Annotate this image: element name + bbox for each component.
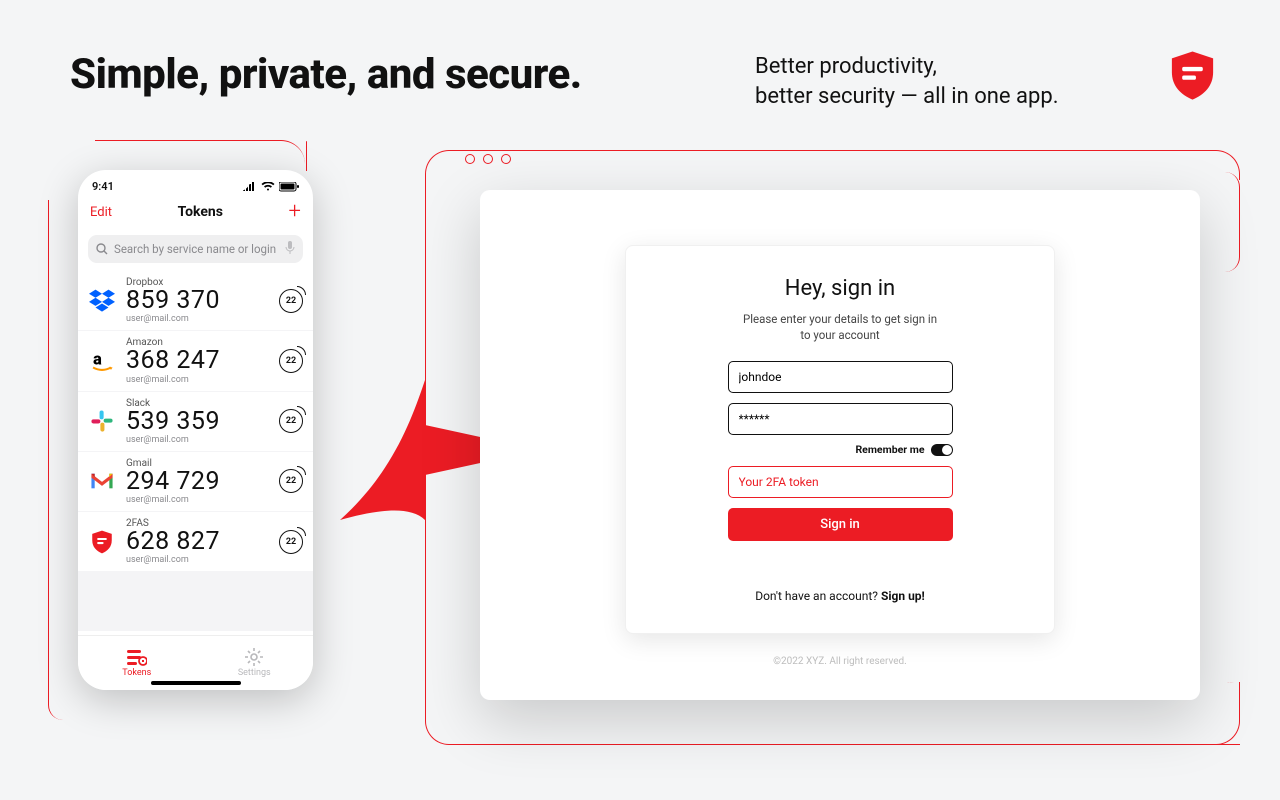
- phone-notch: [141, 170, 251, 192]
- hero-subhead: Better productivity, better security — a…: [755, 52, 1059, 111]
- token-email: user@mail.com: [126, 495, 269, 505]
- remember-me-row: Remember me: [728, 443, 953, 456]
- token-row[interactable]: Dropbox859 370user@mail.com 22: [78, 271, 313, 330]
- token-timer: 22: [279, 349, 303, 373]
- home-indicator: [151, 681, 241, 685]
- phone-mock: 9:41 Edit Tokens + Search by service nam…: [78, 170, 313, 690]
- add-button[interactable]: +: [289, 201, 301, 223]
- tab-label: Settings: [238, 668, 271, 678]
- gmail-icon: [88, 467, 116, 495]
- signin-subtitle: Please enter your details to get sign in…: [671, 311, 1009, 343]
- tokens-tab-icon: [127, 648, 147, 666]
- subhead-line1: Better productivity,: [755, 54, 937, 79]
- token-row[interactable]: 2FAS628 827user@mail.com 22: [78, 512, 313, 571]
- edit-button[interactable]: Edit: [90, 205, 112, 220]
- phone-toolbar: Edit Tokens +: [78, 193, 313, 231]
- signin-card: Hey, sign in Please enter your details t…: [480, 190, 1200, 700]
- token-code: 368 247: [126, 348, 269, 374]
- password-field[interactable]: [728, 403, 953, 435]
- subhead-line2: better security — all in one app.: [755, 84, 1059, 109]
- subtitle-line2: to your account: [800, 328, 879, 342]
- search-placeholder: Search by service name or login: [114, 242, 276, 256]
- decor-line: [1210, 682, 1240, 745]
- token-row[interactable]: Slack539 359user@mail.com 22: [78, 392, 313, 451]
- wifi-icon: [261, 182, 275, 191]
- token-timer: 22: [279, 469, 303, 493]
- decor-line: [1210, 172, 1240, 272]
- token-email: user@mail.com: [126, 314, 269, 324]
- token-timer: 22: [279, 289, 303, 313]
- token-code: 628 827: [126, 529, 269, 555]
- search-input[interactable]: Search by service name or login: [88, 235, 303, 263]
- token-email: user@mail.com: [126, 375, 269, 385]
- screen-title: Tokens: [178, 204, 223, 220]
- token-code: 859 370: [126, 288, 269, 314]
- brand-shield-icon: [1165, 48, 1220, 103]
- decor-line: [450, 742, 1240, 745]
- signup-question: Don't have an account?: [755, 589, 881, 603]
- svg-text:a: a: [93, 349, 102, 368]
- token-code: 539 359: [126, 409, 269, 435]
- dropbox-icon: [88, 287, 116, 315]
- settings-tab-icon: [245, 648, 263, 666]
- token-email: user@mail.com: [126, 555, 269, 565]
- search-icon: [96, 243, 108, 255]
- signup-prompt: Don't have an account? Sign up!: [671, 589, 1009, 603]
- signin-title: Hey, sign in: [671, 276, 1009, 301]
- browser-traffic-lights: [465, 138, 511, 164]
- remember-label: Remember me: [855, 443, 924, 456]
- decor-line: [48, 200, 78, 720]
- phone-clock: 9:41: [92, 180, 114, 193]
- card-footer: ©2022 XYZ. All right reserved.: [480, 656, 1200, 667]
- twofa-field[interactable]: [728, 466, 953, 498]
- remember-toggle[interactable]: [931, 444, 953, 456]
- slack-icon: [88, 407, 116, 435]
- mic-icon[interactable]: [285, 241, 295, 257]
- token-email: user@mail.com: [126, 435, 269, 445]
- decor-line: [450, 150, 1240, 180]
- signup-link[interactable]: Sign up!: [881, 589, 925, 603]
- twofas-icon: [88, 528, 116, 556]
- signin-panel: Hey, sign in Please enter your details t…: [625, 245, 1055, 634]
- signin-button[interactable]: Sign in: [728, 508, 953, 541]
- token-timer: 22: [279, 530, 303, 554]
- token-code: 294 729: [126, 469, 269, 495]
- token-timer: 22: [279, 409, 303, 433]
- tab-label: Tokens: [122, 668, 151, 678]
- username-field[interactable]: [728, 361, 953, 393]
- subtitle-line1: Please enter your details to get sign in: [743, 312, 937, 326]
- amazon-icon: a: [88, 347, 116, 375]
- battery-icon: [279, 182, 299, 192]
- token-row[interactable]: Gmail294 729user@mail.com 22: [78, 452, 313, 511]
- phone-status-icons: [243, 180, 299, 193]
- token-row[interactable]: a Amazon368 247user@mail.com 22: [78, 331, 313, 390]
- token-list: Dropbox859 370user@mail.com 22 a Amazon3…: [78, 271, 313, 631]
- hero-headline: Simple, private, and secure.: [70, 50, 582, 99]
